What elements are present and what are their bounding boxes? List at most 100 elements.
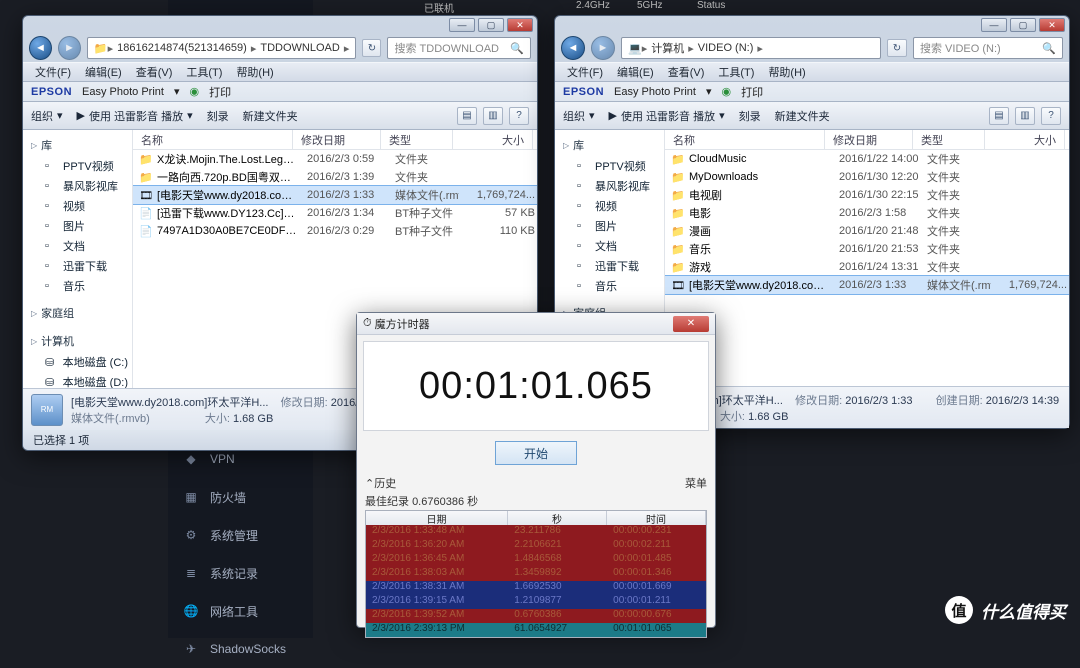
col-size[interactable]: 大小: [453, 130, 533, 149]
file-row[interactable]: 📁CloudMusic2016/1/22 14:00文件夹: [665, 150, 1069, 168]
file-row[interactable]: 📄[迅雷下载www.DY123.Cc]一路向西.收藏...2016/2/3 1:…: [133, 204, 537, 222]
file-row[interactable]: 📁电影2016/2/3 1:58文件夹: [665, 204, 1069, 222]
menu-item[interactable]: 文件(F): [29, 62, 77, 82]
file-row[interactable]: 📁MyDownloads2016/1/30 12:20文件夹: [665, 168, 1069, 186]
maximize-button[interactable]: ▢: [478, 18, 504, 32]
newfolder-button[interactable]: 新建文件夹: [243, 108, 298, 124]
sidebar-item[interactable]: ▦防火墙: [168, 478, 313, 516]
nav-item[interactable]: ▫图片: [25, 216, 130, 236]
history-row[interactable]: 2/3/2016 1:36:20 AM2.210662100:00:02.211: [366, 539, 706, 553]
nav-group-header[interactable]: ▷库: [557, 134, 662, 156]
nav-item[interactable]: ▫PPTV视频: [25, 156, 130, 176]
history-row[interactable]: 2/3/2016 1:33:48 AM23.21178600:00:00.231: [366, 525, 706, 539]
close-button[interactable]: ✕: [673, 316, 709, 332]
path-seg[interactable]: VIDEO (N:): [694, 42, 758, 54]
nav-group-header[interactable]: ▷计算机: [25, 330, 130, 352]
path-seg[interactable]: TDDOWNLOAD: [256, 42, 343, 54]
nav-item[interactable]: ▫迅雷下载: [557, 256, 662, 276]
file-row[interactable]: 🎞[电影天堂www.dy2018.com]环太平洋H...2016/2/3 1:…: [133, 186, 537, 204]
sidebar-item[interactable]: 🌐网络工具: [168, 592, 313, 630]
col-size[interactable]: 大小: [985, 130, 1065, 149]
nav-item[interactable]: ▫视频: [25, 196, 130, 216]
history-row[interactable]: 2/3/2016 1:38:03 AM1.345989200:00:01.346: [366, 567, 706, 581]
path-seg[interactable]: 计算机: [647, 40, 688, 56]
menu-item[interactable]: 工具(T): [712, 62, 760, 82]
nav-item[interactable]: ▫暴风影视库: [557, 176, 662, 196]
col-date[interactable]: 修改日期: [825, 130, 913, 149]
nav-item[interactable]: ⛁本地磁盘 (D:): [25, 372, 130, 388]
col-date[interactable]: 修改日期: [293, 130, 381, 149]
column-headers[interactable]: 名称 修改日期 类型 大小: [133, 130, 537, 150]
nav-item[interactable]: ▫视频: [557, 196, 662, 216]
menu-item[interactable]: 编辑(E): [611, 62, 660, 82]
col-type[interactable]: 类型: [381, 130, 453, 149]
minimize-button[interactable]: —: [449, 18, 475, 32]
preview-button[interactable]: ▥: [1015, 107, 1035, 125]
file-row[interactable]: 📁游戏2016/1/24 13:31文件夹: [665, 258, 1069, 276]
close-button[interactable]: ✕: [507, 18, 533, 32]
burn-button[interactable]: 刻录: [207, 108, 229, 124]
menu-item[interactable]: 查看(V): [130, 62, 179, 82]
help-button[interactable]: ?: [1041, 107, 1061, 125]
refresh-button[interactable]: ↻: [887, 39, 907, 57]
nav-group-header[interactable]: ▷家庭组: [25, 302, 130, 324]
path-seg[interactable]: 18616214874(521314659): [113, 42, 251, 54]
maximize-button[interactable]: ▢: [1010, 18, 1036, 32]
nav-item[interactable]: ▫图片: [557, 216, 662, 236]
file-row[interactable]: 📁X龙诀.Mojin.The.Lost.Legend.2015.HD...201…: [133, 150, 537, 168]
address-bar[interactable]: 💻 ▸ 计算机 ▸ VIDEO (N:) ▸: [621, 37, 881, 59]
organize-button[interactable]: 组织 ▾: [563, 108, 595, 124]
print-button[interactable]: 打印: [209, 84, 231, 100]
back-button[interactable]: ◄: [561, 36, 585, 60]
newfolder-button[interactable]: 新建文件夹: [775, 108, 830, 124]
column-headers[interactable]: 名称 修改日期 类型 大小: [665, 130, 1069, 150]
sidebar-item[interactable]: ⚙系统管理: [168, 516, 313, 554]
nav-item[interactable]: ▫PPTV视频: [557, 156, 662, 176]
view-button[interactable]: ▤: [457, 107, 477, 125]
forward-button[interactable]: ►: [58, 36, 81, 60]
menu-item[interactable]: 工具(T): [180, 62, 228, 82]
nav-group-header[interactable]: ▷库: [25, 134, 130, 156]
search-input[interactable]: 搜索 VIDEO (N:) 🔍: [913, 37, 1063, 59]
file-row[interactable]: 🎞[电影天堂www.dy2018.com]环太平洋H...2016/2/3 1:…: [665, 276, 1069, 294]
menu-item[interactable]: 编辑(E): [79, 62, 128, 82]
forward-button[interactable]: ►: [591, 36, 615, 60]
file-row[interactable]: 📁一路向西.720p.BD国粤双语中字2016/2/3 1:39文件夹: [133, 168, 537, 186]
play-button[interactable]: ▶ 使用 迅雷影音 播放 ▾: [77, 108, 193, 124]
play-button[interactable]: ▶ 使用 迅雷影音 播放 ▾: [609, 108, 725, 124]
close-button[interactable]: ✕: [1039, 18, 1065, 32]
print-button[interactable]: 打印: [741, 84, 763, 100]
help-button[interactable]: ?: [509, 107, 529, 125]
history-row[interactable]: 2/3/2016 1:39:52 AM0.676038600:00:00.676: [366, 609, 706, 623]
nav-item[interactable]: ▫暴风影视库: [25, 176, 130, 196]
nav-item[interactable]: ▫文档: [25, 236, 130, 256]
nav-item[interactable]: ▫迅雷下载: [25, 256, 130, 276]
refresh-button[interactable]: ↻: [362, 39, 381, 57]
menu-item[interactable]: 文件(F): [561, 62, 609, 82]
history-row[interactable]: 2/3/2016 1:36:45 AM1.484656800:00:01.485: [366, 553, 706, 567]
history-row[interactable]: 2/3/2016 1:39:15 AM1.210987700:00:01.211: [366, 595, 706, 609]
menu-item[interactable]: 查看(V): [662, 62, 711, 82]
menu-item[interactable]: 帮助(H): [762, 62, 811, 82]
epson-product[interactable]: Easy Photo Print: [82, 86, 164, 98]
minimize-button[interactable]: —: [981, 18, 1007, 32]
history-row[interactable]: 2/3/2016 2:39:13 PM61.065492700:01:01.06…: [366, 623, 706, 637]
sidebar-item[interactable]: ≣系统记录: [168, 554, 313, 592]
epson-product[interactable]: Easy Photo Print: [614, 86, 696, 98]
menu-item[interactable]: 帮助(H): [230, 62, 279, 82]
address-bar[interactable]: 📁 ▸ 18616214874(521314659) ▸ TDDOWNLOAD …: [87, 37, 356, 59]
history-menu-button[interactable]: 菜单: [685, 475, 707, 491]
file-row[interactable]: 📁漫画2016/1/20 21:48文件夹: [665, 222, 1069, 240]
nav-item[interactable]: ▫文档: [557, 236, 662, 256]
organize-button[interactable]: 组织 ▾: [31, 108, 63, 124]
nav-item[interactable]: ⛁本地磁盘 (C:): [25, 352, 130, 372]
col-type[interactable]: 类型: [913, 130, 985, 149]
preview-button[interactable]: ▥: [483, 107, 503, 125]
nav-item[interactable]: ▫音乐: [557, 276, 662, 296]
file-row[interactable]: 📁音乐2016/1/20 21:53文件夹: [665, 240, 1069, 258]
back-button[interactable]: ◄: [29, 36, 52, 60]
sidebar-item[interactable]: ✈ShadowSocks: [168, 630, 313, 668]
view-button[interactable]: ▤: [989, 107, 1009, 125]
history-row[interactable]: 2/3/2016 1:38:31 AM1.669253000:00:01.669: [366, 581, 706, 595]
search-input[interactable]: 搜索 TDDOWNLOAD 🔍: [387, 37, 531, 59]
